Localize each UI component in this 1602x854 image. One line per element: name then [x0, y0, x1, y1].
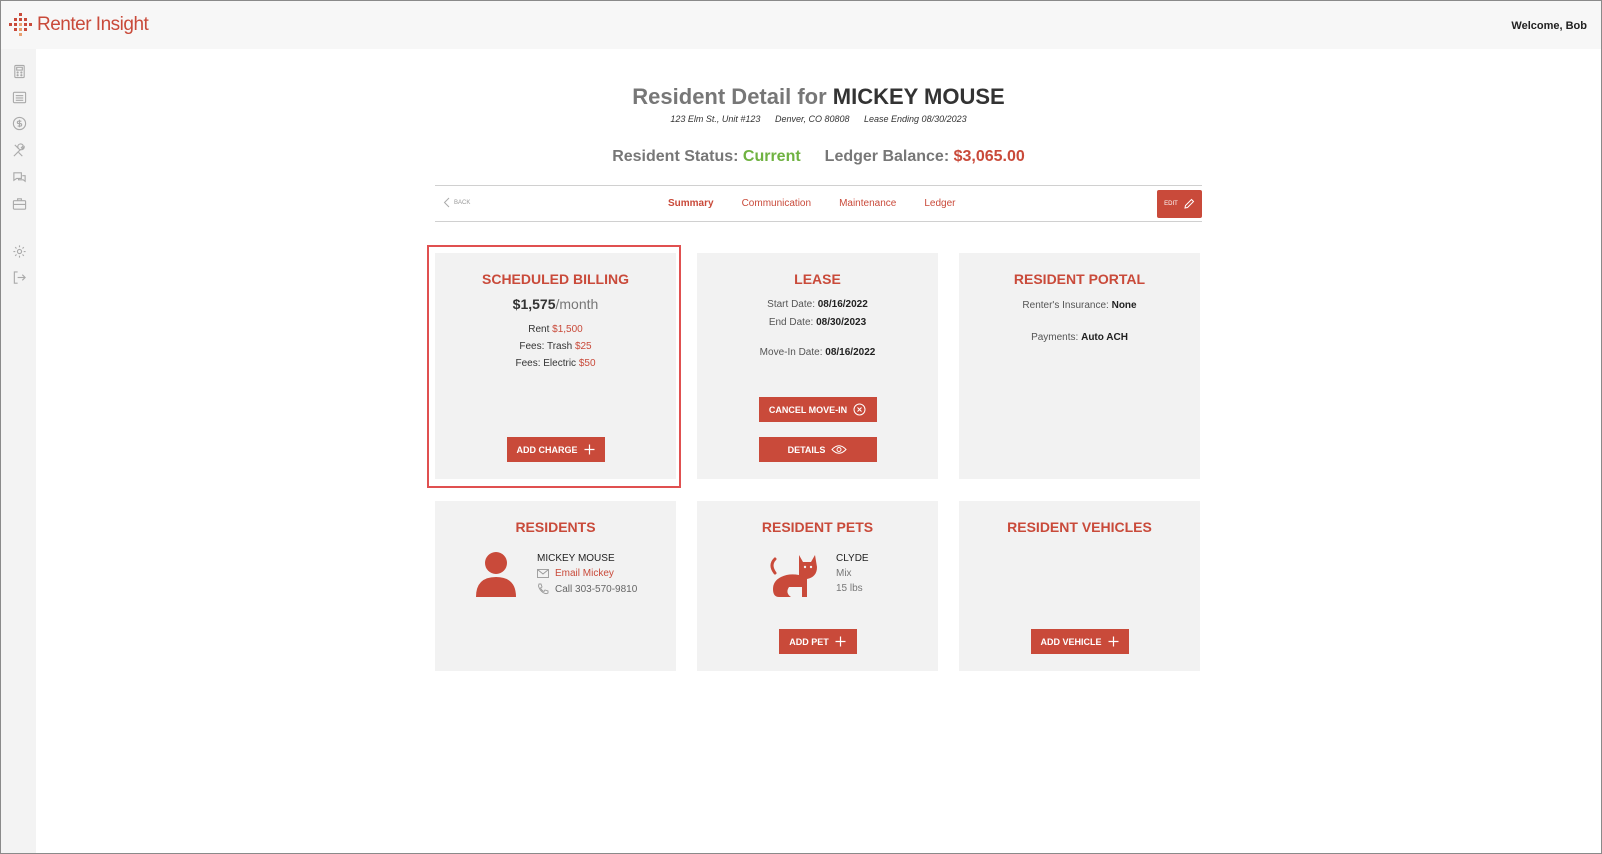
- status-label: Resident Status:: [612, 148, 743, 165]
- resident-vehicles-card: RESIDENT VEHICLES ADD VEHICLE: [959, 501, 1200, 671]
- details-label: DETAILS: [787, 444, 826, 455]
- payments-label: Payments:: [1031, 332, 1082, 343]
- tab-bar: Summary Communication Maintenance Ledger: [668, 198, 983, 209]
- cancel-move-in-button[interactable]: CANCEL MOVE-IN: [758, 397, 877, 422]
- resident-portal-card: RESIDENT PORTAL Renter's Insurance: None…: [959, 253, 1200, 479]
- pet-weight: 15 lbs: [836, 583, 863, 594]
- lease-card: LEASE Start Date: 08/16/2022 End Date: 0…: [697, 253, 938, 479]
- tools-icon[interactable]: [11, 142, 27, 158]
- add-pet-button[interactable]: ADD PET: [778, 629, 857, 654]
- pet-name: CLYDE: [836, 553, 869, 564]
- title-prefix: Resident Detail for: [632, 84, 833, 109]
- start-label: Start Date:: [767, 299, 818, 310]
- resident-contact: MICKEY MOUSE Email Mickey Call 303-570-9…: [537, 553, 637, 595]
- call-link[interactable]: Call 303-570-9810: [537, 583, 637, 595]
- gear-icon[interactable]: [11, 243, 27, 259]
- sidebar: [1, 49, 36, 853]
- close-circle-icon: [853, 403, 866, 416]
- chevron-left-icon: [443, 197, 450, 208]
- briefcase-icon[interactable]: [11, 195, 27, 211]
- status-line: Resident Status: Current Ledger Balance: …: [436, 148, 1201, 166]
- person-icon: [476, 552, 516, 597]
- resident-address-line: 123 Elm St., Unit #123 Denver, CO 80808 …: [436, 114, 1201, 124]
- status-badge: Current: [742, 148, 801, 165]
- welcome-text: Welcome, Bob: [1511, 20, 1587, 32]
- details-button[interactable]: DETAILS: [758, 437, 877, 462]
- residents-card: RESIDENTS MICKEY MOUSE Email Mickey Call…: [435, 501, 676, 671]
- logout-icon[interactable]: [11, 269, 27, 285]
- insurance-value: None: [1111, 300, 1137, 311]
- balance-label: Ledger Balance:: [824, 148, 954, 165]
- insurance-label: Renter's Insurance:: [1022, 300, 1112, 311]
- cat-icon: [770, 555, 817, 597]
- list-icon[interactable]: [11, 89, 27, 105]
- resident-pets-card: RESIDENT PETS CLYDE Mix 15 lbs ADD PET: [697, 501, 938, 671]
- lease-ending: Lease Ending 08/30/2023: [864, 114, 967, 124]
- pet-breed: Mix: [836, 568, 852, 579]
- edit-label: EDIT: [1164, 201, 1178, 207]
- dollar-icon[interactable]: [11, 115, 27, 131]
- back-link[interactable]: BACK: [443, 197, 470, 208]
- address: 123 Elm St., Unit #123: [670, 114, 761, 124]
- eye-icon: [831, 445, 848, 454]
- resident-contact-name: MICKEY MOUSE: [537, 553, 615, 564]
- card-title: RESIDENT PORTAL: [1013, 271, 1146, 287]
- end-date: End Date: 08/30/2023: [697, 317, 938, 328]
- edit-button[interactable]: EDIT: [1157, 190, 1202, 218]
- back-label: BACK: [454, 199, 471, 206]
- top-bar: Renter Insight Welcome, Bob: [1, 1, 1601, 49]
- add-vehicle-button[interactable]: ADD VEHICLE: [1030, 629, 1129, 654]
- chat-icon[interactable]: [11, 169, 27, 185]
- end-value: 08/30/2023: [816, 317, 867, 328]
- ledger-balance: $3,065.00: [953, 148, 1025, 165]
- highlight-box: [427, 245, 681, 488]
- pencil-icon: [1184, 198, 1195, 209]
- brand-name: Renter Insight: [37, 14, 149, 35]
- card-title: LEASE: [794, 271, 841, 287]
- phone-icon: [538, 583, 549, 595]
- movein-value: 08/16/2022: [825, 347, 876, 358]
- add-pet-label: ADD PET: [789, 636, 829, 647]
- logo-mark-icon: [9, 13, 32, 36]
- cancel-move-in-label: CANCEL MOVE-IN: [768, 404, 848, 415]
- plus-icon: [835, 636, 846, 647]
- plus-icon: [1108, 636, 1119, 647]
- movein-label: Move-In Date:: [759, 347, 826, 358]
- calculator-icon[interactable]: [11, 63, 27, 79]
- card-title: RESIDENT VEHICLES: [1007, 519, 1152, 535]
- resident-name: MICKEY MOUSE: [832, 84, 1005, 109]
- email-label: Email Mickey: [555, 568, 614, 579]
- tab-summary[interactable]: Summary: [668, 198, 714, 209]
- tab-ledger[interactable]: Ledger: [924, 198, 955, 209]
- start-date: Start Date: 08/16/2022: [697, 299, 938, 310]
- move-in-date: Move-In Date: 08/16/2022: [697, 347, 938, 358]
- email-link[interactable]: Email Mickey: [537, 568, 637, 579]
- city: Denver, CO 80808: [774, 114, 850, 124]
- page-title: Resident Detail for MICKEY MOUSE: [436, 84, 1201, 110]
- envelope-icon: [537, 569, 549, 578]
- renters-insurance: Renter's Insurance: None: [959, 300, 1200, 311]
- phone-label: Call 303-570-9810: [555, 583, 638, 595]
- end-label: End Date:: [768, 317, 817, 328]
- detail-nav: BACK Summary Communication Maintenance L…: [435, 185, 1202, 222]
- pet-info: CLYDE Mix 15 lbs: [836, 553, 869, 594]
- logo[interactable]: Renter Insight: [9, 13, 149, 37]
- add-vehicle-label: ADD VEHICLE: [1040, 636, 1102, 647]
- tab-maintenance[interactable]: Maintenance: [839, 198, 896, 209]
- payments: Payments: Auto ACH: [959, 332, 1200, 343]
- payments-value: Auto ACH: [1081, 332, 1128, 343]
- card-title: RESIDENTS: [515, 519, 596, 535]
- start-value: 08/16/2022: [817, 299, 868, 310]
- tab-communication[interactable]: Communication: [742, 198, 811, 209]
- card-title: RESIDENT PETS: [761, 519, 874, 535]
